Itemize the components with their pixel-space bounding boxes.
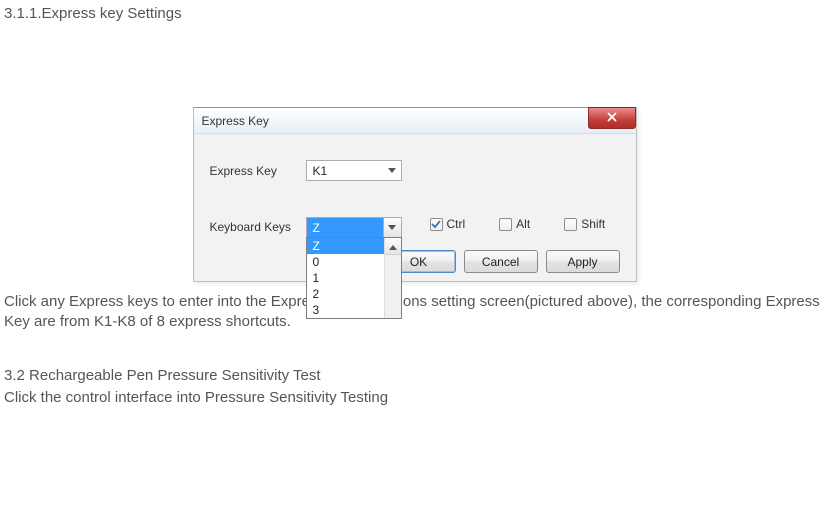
checkbox-icon <box>499 218 512 231</box>
chevron-up-icon <box>389 239 397 253</box>
section-heading-311: 3.1.1.Express key Settings <box>4 5 829 22</box>
close-button[interactable] <box>588 107 636 129</box>
keyboard-keys-dropdown: Z 0 1 2 3 <box>306 237 402 319</box>
ctrl-checkbox[interactable]: Ctrl <box>430 217 466 231</box>
scroll-up-button[interactable] <box>385 238 401 255</box>
section-heading-32: 3.2 Rechargeable Pen Pressure Sensitivit… <box>4 367 829 384</box>
close-icon <box>606 111 618 126</box>
dialog-body: Express Key K1 Keyboard Keys Z <box>194 134 636 281</box>
checkbox-icon <box>564 218 577 231</box>
dialog-title: Express Key <box>202 114 269 128</box>
modifier-checkboxes: Ctrl Alt Shift <box>430 217 606 231</box>
alt-label: Alt <box>516 217 530 231</box>
dialog-button-row: OK Cancel Apply <box>210 250 620 273</box>
dialog-titlebar: Express Key <box>194 108 636 134</box>
shift-label: Shift <box>581 217 605 231</box>
apply-button[interactable]: Apply <box>546 250 620 273</box>
chevron-down-icon <box>383 161 401 180</box>
express-key-row: Express Key K1 <box>210 160 620 181</box>
express-key-dialog: Express Key Express Key K1 Keyboard Keys… <box>193 107 637 282</box>
express-key-combobox[interactable]: K1 <box>306 160 402 181</box>
doc-paragraph-2: Click the control interface into Pressur… <box>4 388 825 408</box>
express-key-label: Express Key <box>210 164 306 178</box>
chevron-down-icon <box>383 218 401 237</box>
checkbox-icon <box>430 218 443 231</box>
keyboard-keys-row: Keyboard Keys Z Z 0 1 2 3 <box>210 217 620 238</box>
ctrl-label: Ctrl <box>447 217 466 231</box>
shift-checkbox[interactable]: Shift <box>564 217 605 231</box>
keyboard-keys-combobox[interactable]: Z <box>306 217 402 238</box>
express-key-value: K1 <box>307 164 383 178</box>
doc-paragraph-1: Click any Express keys to enter into the… <box>4 292 825 333</box>
alt-checkbox[interactable]: Alt <box>499 217 530 231</box>
dropdown-scrollbar[interactable] <box>384 238 401 318</box>
keyboard-keys-label: Keyboard Keys <box>210 217 306 234</box>
cancel-button[interactable]: Cancel <box>464 250 538 273</box>
keyboard-keys-value: Z <box>307 218 383 237</box>
